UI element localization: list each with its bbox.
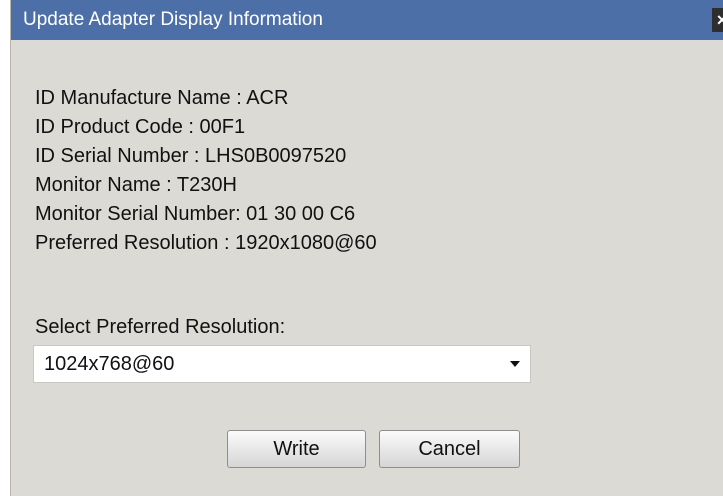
info-serial-number: ID Serial Number : LHS0B0097520	[35, 145, 347, 167]
info-product-code: ID Product Code : 00F1	[35, 116, 246, 138]
update-adapter-dialog: Update Adapter Display Information × ID …	[10, 0, 723, 496]
resolution-select-value: 1024x768@60	[44, 353, 175, 375]
dialog-title: Update Adapter Display Information	[23, 9, 323, 30]
monitor-info: ID Manufacture Name : ACR ID Product Cod…	[35, 84, 377, 258]
close-icon[interactable]: ×	[712, 8, 723, 32]
resolution-select[interactable]: 1024x768@60	[33, 345, 531, 383]
info-monitor-name: Monitor Name : T230H	[35, 174, 237, 196]
write-button[interactable]: Write	[227, 430, 366, 468]
info-manufacture-name: ID Manufacture Name : ACR	[35, 87, 289, 109]
chevron-down-icon[interactable]	[510, 361, 520, 367]
title-bar: Update Adapter Display Information ×	[11, 0, 723, 40]
info-monitor-serial-number: Monitor Serial Number: 01 30 00 C6	[35, 203, 356, 225]
info-preferred-resolution: Preferred Resolution : 1920x1080@60	[35, 232, 377, 254]
cancel-button[interactable]: Cancel	[379, 430, 520, 468]
select-resolution-label: Select Preferred Resolution:	[35, 316, 286, 338]
